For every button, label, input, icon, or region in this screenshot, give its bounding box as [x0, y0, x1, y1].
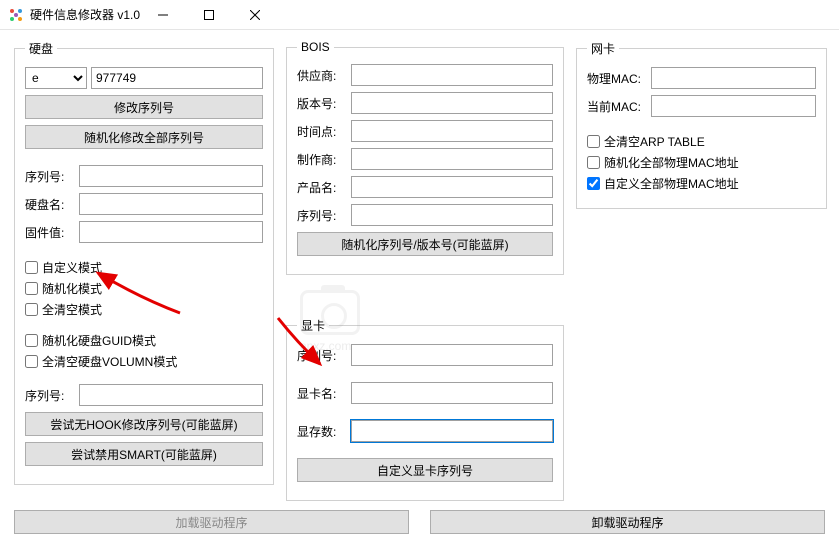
serial-field[interactable] [79, 165, 263, 187]
load-driver-button[interactable]: 加载驱动程序 [14, 510, 409, 534]
serial2-field[interactable] [79, 384, 263, 406]
random-mac-checkbox[interactable]: 随机化全部物理MAC地址 [587, 154, 816, 171]
bios-serial-field[interactable] [351, 204, 553, 226]
bios-group: BOIS 供应商: 版本号: 时间点: 制作商: 产品名: 序列号: 随机化序列… [286, 40, 564, 275]
disk-group: 硬盘 e 修改序列号 随机化修改全部序列号 序列号: 硬盘名: 固件值: 自定义… [14, 40, 274, 485]
serial2-label: 序列号: [25, 387, 75, 404]
nic-legend: 网卡 [587, 40, 619, 57]
disk-drive-select[interactable]: e [25, 67, 87, 89]
clear-volumn-checkbox[interactable]: 全清空硬盘VOLUMN模式 [25, 353, 263, 370]
nohook-button[interactable]: 尝试无HOOK修改序列号(可能蓝屏) [25, 412, 263, 436]
disk-legend: 硬盘 [25, 40, 57, 57]
gpu-memcount-label: 显存数: [297, 423, 347, 440]
gpu-serial-label: 序列号: [297, 347, 347, 364]
phys-mac-field[interactable] [651, 67, 816, 89]
phys-mac-label: 物理MAC: [587, 70, 647, 87]
gpu-name-field[interactable] [351, 382, 553, 404]
maximize-button[interactable] [186, 0, 232, 30]
gpu-name-label: 显卡名: [297, 385, 347, 402]
custom-mode-checkbox[interactable]: 自定义模式 [25, 259, 263, 276]
version-field[interactable] [351, 92, 553, 114]
close-button[interactable] [232, 0, 278, 30]
gpu-custom-button[interactable]: 自定义显卡序列号 [297, 458, 553, 482]
vendor-label: 供应商: [297, 67, 347, 84]
random-mode-checkbox[interactable]: 随机化模式 [25, 280, 263, 297]
firmware-field[interactable] [79, 221, 263, 243]
gpu-memcount-field[interactable] [351, 420, 553, 442]
product-field[interactable] [351, 176, 553, 198]
diskname-label: 硬盘名: [25, 196, 75, 213]
bios-serial-label: 序列号: [297, 207, 347, 224]
serial-label: 序列号: [25, 168, 75, 185]
random-all-serial-button[interactable]: 随机化修改全部序列号 [25, 125, 263, 149]
nic-group: 网卡 物理MAC: 当前MAC: 全清空ARP TABLE 随机化全部物理MAC… [576, 40, 827, 209]
app-icon [8, 7, 24, 23]
version-label: 版本号: [297, 95, 347, 112]
clear-mode-checkbox[interactable]: 全清空模式 [25, 301, 263, 318]
window-title: 硬件信息修改器 v1.0 [30, 6, 140, 23]
product-label: 产品名: [297, 179, 347, 196]
custom-mac-checkbox[interactable]: 自定义全部物理MAC地址 [587, 175, 816, 192]
firmware-label: 固件值: [25, 224, 75, 241]
diskname-field[interactable] [79, 193, 263, 215]
disk-serial-input[interactable] [91, 67, 263, 89]
curr-mac-field[interactable] [651, 95, 816, 117]
bios-legend: BOIS [297, 40, 334, 54]
clear-arp-checkbox[interactable]: 全清空ARP TABLE [587, 133, 816, 150]
time-field[interactable] [351, 120, 553, 142]
disable-smart-button[interactable]: 尝试禁用SMART(可能蓝屏) [25, 442, 263, 466]
time-label: 时间点: [297, 123, 347, 140]
minimize-button[interactable] [140, 0, 186, 30]
gpu-legend: 显卡 [297, 317, 329, 334]
random-guid-checkbox[interactable]: 随机化硬盘GUID模式 [25, 332, 263, 349]
vendor-field[interactable] [351, 64, 553, 86]
maker-label: 制作商: [297, 151, 347, 168]
maker-field[interactable] [351, 148, 553, 170]
unload-driver-button[interactable]: 卸载驱动程序 [430, 510, 825, 534]
titlebar: 硬件信息修改器 v1.0 [0, 0, 839, 30]
gpu-serial-field[interactable] [351, 344, 553, 366]
bios-random-button[interactable]: 随机化序列号/版本号(可能蓝屏) [297, 232, 553, 256]
curr-mac-label: 当前MAC: [587, 98, 647, 115]
modify-serial-button[interactable]: 修改序列号 [25, 95, 263, 119]
gpu-group: 显卡 序列号: 显卡名: 显存数: 自定义显卡序列号 [286, 317, 564, 501]
